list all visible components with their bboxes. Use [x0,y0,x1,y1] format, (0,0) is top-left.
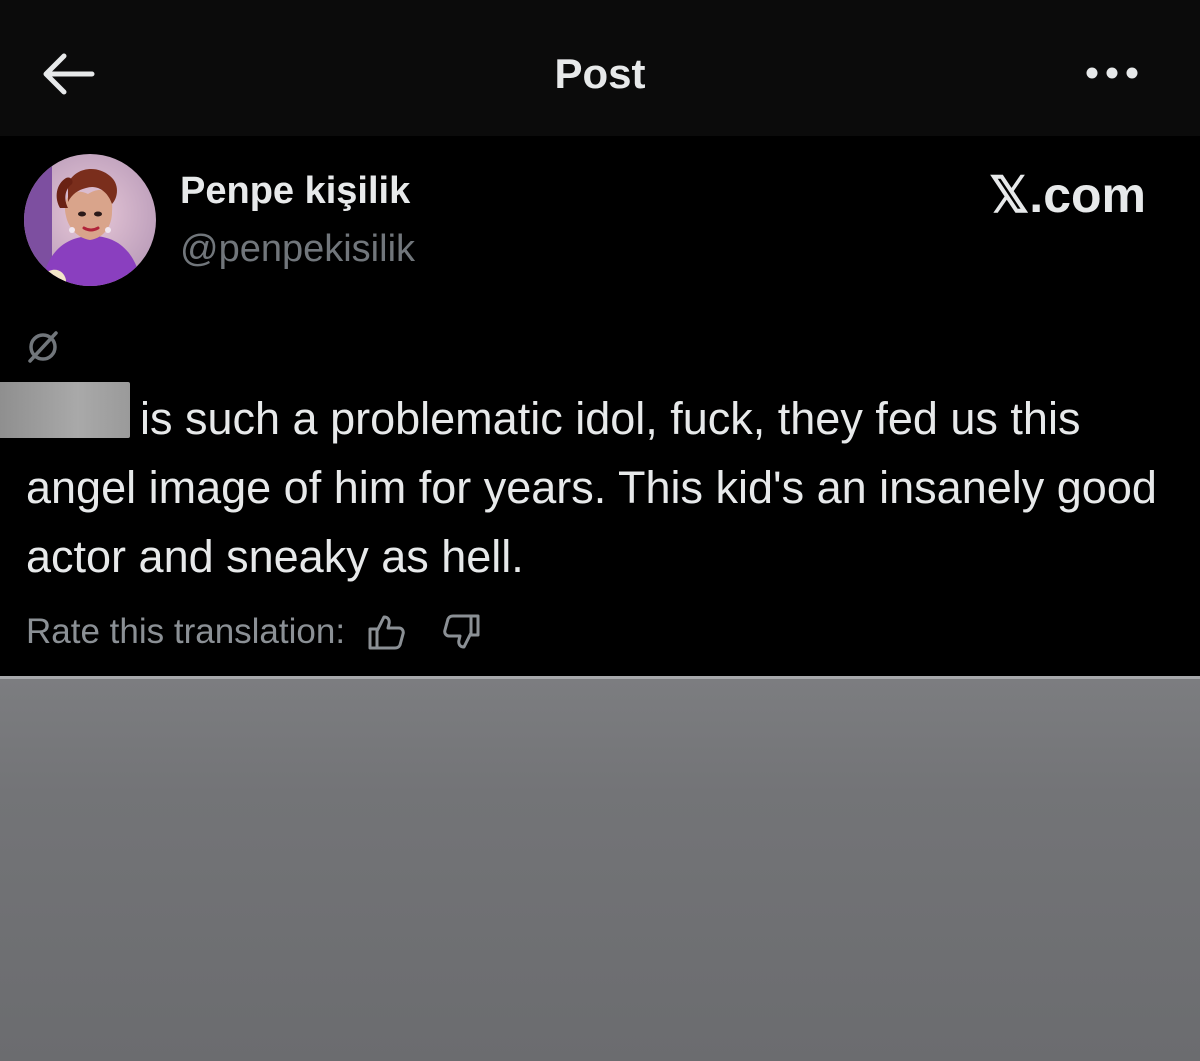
page-title: Post [554,50,646,97]
avatar[interactable] [24,154,156,286]
translate-icon [28,331,58,363]
more-options-button[interactable] [1080,56,1144,90]
post-text: is such a problematic idol, fuck, they f… [26,384,1166,591]
more-horizontal-icon [1086,67,1138,79]
author-handle[interactable]: @penpekisilik [180,228,415,271]
post-card: Penpe kişilik @penpekisilik 𝕏.com is suc… [0,136,1200,676]
thumbs-down-button[interactable] [439,609,485,655]
thumbs-up-button[interactable] [363,609,409,655]
avatar-photo [24,154,156,286]
author-display-name[interactable]: Penpe kişilik [180,170,410,213]
rate-translation-row: Rate this translation: [26,608,485,656]
thumbs-down-icon [443,614,480,649]
post-text-content: is such a problematic idol, fuck, they f… [26,393,1157,582]
rate-translation-label: Rate this translation: [26,612,346,651]
top-bar: Post [0,0,1200,136]
thumbs-up-icon [368,615,405,650]
site-watermark: 𝕏.com [989,167,1146,223]
photo-background-surface [0,676,1200,1061]
